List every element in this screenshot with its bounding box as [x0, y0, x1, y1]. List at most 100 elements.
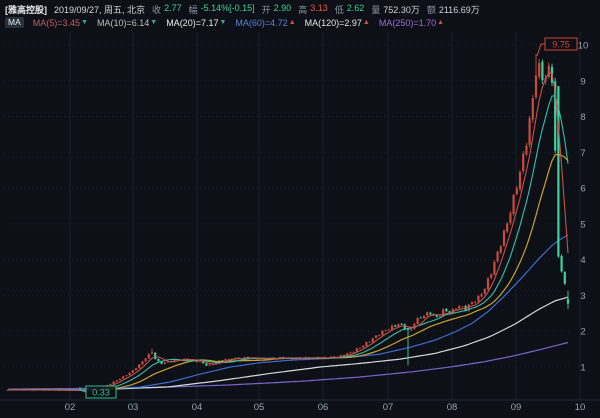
candle-body	[541, 62, 543, 80]
candle-body	[391, 326, 393, 330]
y-axis-label: 1	[580, 363, 585, 374]
candle-body	[164, 362, 166, 364]
candle-body	[487, 279, 489, 290]
x-axis-label: 02	[65, 402, 76, 413]
y-axis-label: 8	[580, 112, 585, 123]
ma-value: MA(60)=4.72▲	[235, 18, 295, 28]
candle-body	[132, 370, 134, 373]
candle-body	[116, 380, 118, 381]
quote-date: 2019/09/27, 周五, 北京	[54, 3, 145, 16]
candle-body	[205, 363, 207, 365]
candle-body	[503, 231, 505, 246]
ma-line-ma5	[8, 73, 568, 391]
quote-field: 低2.62	[335, 3, 365, 16]
candle-body	[538, 63, 540, 77]
candle-body	[532, 98, 534, 119]
x-axis-label: 04	[192, 402, 203, 413]
quote-field: 额2116.69万	[427, 3, 480, 16]
candle-body	[519, 172, 521, 189]
candle-body	[500, 246, 502, 252]
candle-body	[145, 358, 147, 361]
candle-body	[362, 346, 364, 348]
quote-field: 量752.30万	[371, 3, 420, 16]
candle-body	[135, 368, 137, 370]
high-marker-label: 9.75	[552, 40, 570, 50]
candle-body	[413, 324, 415, 329]
ma-line-ma60	[8, 235, 568, 390]
candle-body	[484, 289, 486, 294]
candle-body	[561, 256, 563, 271]
candle-body	[490, 274, 492, 278]
ma-line-ma250	[8, 343, 568, 390]
ma-values: MA(5)=3.45▼MA(10)=6.14▼MA(20)=7.17▼MA(60…	[33, 18, 444, 28]
candle-body	[129, 373, 131, 375]
candle-body	[407, 329, 409, 330]
candle-body	[474, 302, 476, 303]
candle-body	[513, 195, 515, 214]
candle-body	[417, 318, 419, 324]
candle-body	[119, 379, 121, 381]
candle-body	[138, 364, 140, 368]
candle-body	[420, 318, 422, 319]
quote-field: 收2.77	[152, 3, 182, 16]
candle-body	[359, 348, 361, 349]
candle-body	[506, 223, 508, 231]
ma-indicator-bar: MA MA(5)=3.45▼MA(10)=6.14▼MA(20)=7.17▼MA…	[5, 17, 444, 28]
arrow-down-icon: ▼	[150, 18, 157, 27]
y-axis-label: 4	[580, 255, 585, 266]
x-axis-label: 06	[318, 402, 329, 413]
candle-body	[493, 262, 495, 275]
ma-value: MA(250)=1.70▲	[379, 18, 444, 28]
candle-body	[209, 365, 211, 366]
candle-body	[564, 272, 566, 284]
x-axis-label: 07	[383, 402, 394, 413]
x-axis-label: 10	[575, 402, 586, 413]
x-axis-label: 08	[447, 402, 458, 413]
ma-value: MA(20)=7.17▼	[166, 18, 226, 28]
quote-field: 高3.13	[298, 3, 328, 16]
candle-body	[113, 382, 115, 384]
candle-body	[509, 213, 511, 223]
candle-body	[481, 294, 483, 296]
arrow-up-icon: ▲	[289, 18, 296, 27]
candle-body	[151, 353, 153, 354]
y-axis-label: 9	[580, 76, 585, 87]
quote-field: 幅-5.14%[-0.15]	[189, 3, 255, 16]
y-axis-label: 3	[580, 291, 585, 302]
ma-value: MA(10)=6.14▼	[97, 18, 157, 28]
arrow-down-icon: ▼	[219, 18, 226, 27]
candle-body	[410, 329, 412, 330]
quote-header: [雅高控股] 2019/09/27, 周五, 北京 收2.77幅-5.14%[-…	[5, 3, 480, 16]
candle-body	[525, 146, 527, 155]
stock-chart-screen: [雅高控股] 2019/09/27, 周五, 北京 收2.77幅-5.14%[-…	[0, 0, 600, 418]
candle-body	[461, 306, 463, 307]
candle-body	[497, 252, 499, 261]
candle-body	[516, 188, 518, 194]
candle-body	[154, 353, 156, 359]
candle-body	[356, 348, 358, 351]
x-axis-label: 09	[511, 402, 522, 413]
quote-fields: 收2.77幅-5.14%[-0.15]开2.90高3.13低2.62量752.3…	[152, 3, 480, 16]
y-axis-label: 2	[580, 327, 585, 338]
candle-body	[225, 359, 227, 361]
candle-body	[385, 330, 387, 331]
candle-body	[381, 331, 383, 335]
candle-body	[567, 299, 569, 304]
candle-body	[429, 313, 431, 315]
candle-body	[157, 359, 159, 361]
candle-body	[535, 76, 537, 98]
candle-body	[426, 312, 428, 315]
candle-body	[529, 118, 531, 144]
candle-body	[228, 359, 230, 360]
arrow-up-icon: ▲	[363, 18, 370, 27]
candle-body	[471, 302, 473, 304]
x-axis-label: 05	[254, 402, 265, 413]
candle-body	[388, 329, 390, 330]
candle-body	[522, 154, 524, 172]
ma-line-ma10	[8, 96, 568, 390]
candle-body	[125, 375, 127, 376]
candle-body	[109, 384, 111, 385]
ma-line-ma20	[8, 155, 568, 391]
candle-body	[365, 342, 367, 346]
ma-toggle-button[interactable]: MA	[5, 17, 24, 28]
